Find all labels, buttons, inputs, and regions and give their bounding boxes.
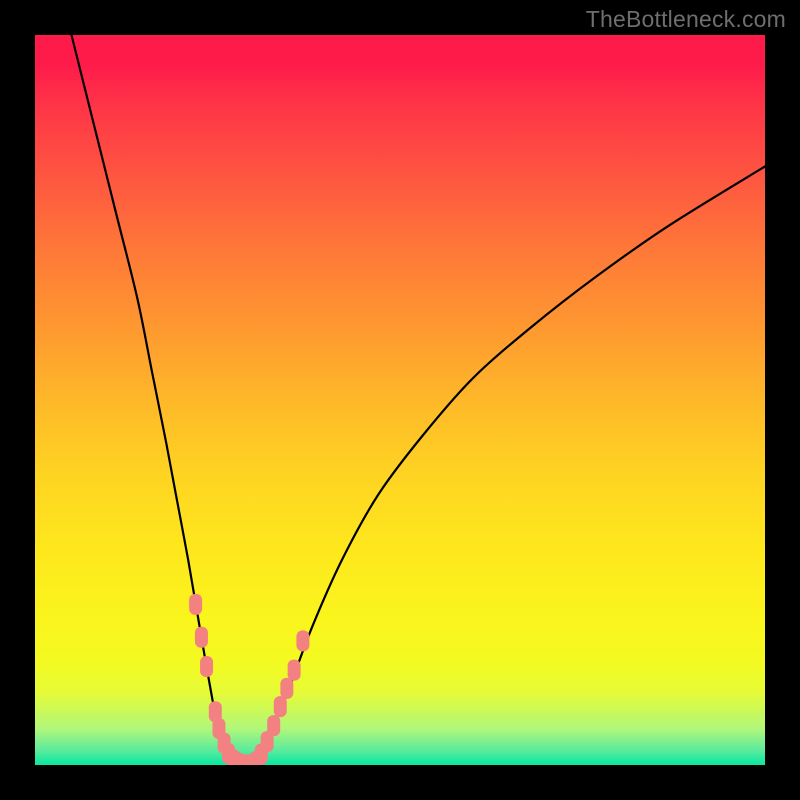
marker-point (274, 696, 287, 717)
curve-svg (35, 35, 765, 765)
marker-point (267, 715, 280, 736)
marker-point (288, 660, 301, 681)
watermark-text: TheBottleneck.com (586, 6, 786, 33)
bottleneck-curve (72, 35, 766, 765)
bottleneck-path (72, 35, 766, 765)
chart-frame: TheBottleneck.com (0, 0, 800, 800)
plot-area (35, 35, 765, 765)
marker-point (296, 630, 309, 651)
marker-point (280, 678, 293, 699)
marker-point (189, 594, 202, 615)
marker-point (200, 656, 213, 677)
marker-cluster (189, 594, 309, 765)
marker-point (195, 627, 208, 648)
